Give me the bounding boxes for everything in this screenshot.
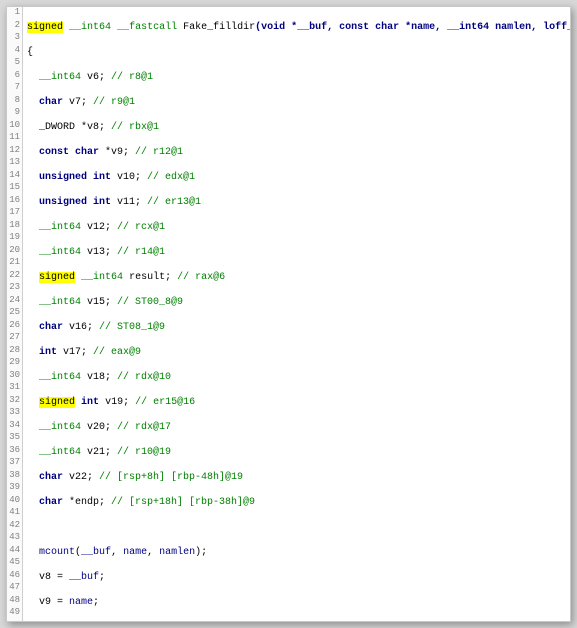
code-line: char v22; // [rsp+8h] [rbp-48h]@19 xyxy=(27,472,566,485)
highlight: signed xyxy=(39,272,75,283)
code-line: signed __int64 __fastcall Fake_filldir(v… xyxy=(27,22,566,35)
code-line: int v17; // eax@9 xyxy=(27,347,566,360)
code-line: __int64 v21; // r10@19 xyxy=(27,447,566,460)
highlight: signed xyxy=(39,397,75,408)
code-line: v8 = __buf; xyxy=(27,572,566,585)
code-line: char v16; // ST08_1@9 xyxy=(27,322,566,335)
highlight: signed xyxy=(27,22,63,33)
code-viewer: 12345 678910 1112131415 1617181920 21222… xyxy=(6,6,571,622)
code-line: unsigned int v11; // er13@1 xyxy=(27,197,566,210)
code-line: __int64 v12; // rcx@1 xyxy=(27,222,566,235)
code-line: unsigned int v10; // edx@1 xyxy=(27,172,566,185)
code-line xyxy=(27,522,566,535)
code-line: __int64 v13; // r14@1 xyxy=(27,247,566,260)
code-line: char *endp; // [rsp+18h] [rbp-38h]@9 xyxy=(27,497,566,510)
code-line: signed __int64 result; // rax@6 xyxy=(27,272,566,285)
code-line: mcount(__buf, name, namlen); xyxy=(27,547,566,560)
code-line: signed int v19; // er15@16 xyxy=(27,397,566,410)
code-line: char v7; // r9@1 xyxy=(27,97,566,110)
code-line: v9 = name; xyxy=(27,597,566,610)
code-line: __int64 v20; // rdx@17 xyxy=(27,422,566,435)
code-line: { xyxy=(27,47,566,60)
code-body[interactable]: signed __int64 __fastcall Fake_filldir(v… xyxy=(23,7,570,621)
code-line: __int64 v15; // ST00_8@9 xyxy=(27,297,566,310)
code-line: __int64 v18; // rdx@10 xyxy=(27,372,566,385)
code-line: _DWORD *v8; // rbx@1 xyxy=(27,122,566,135)
line-number-gutter: 12345 678910 1112131415 1617181920 21222… xyxy=(7,7,23,621)
code-line: const char *v9; // r12@1 xyxy=(27,147,566,160)
code-line: __int64 v6; // r8@1 xyxy=(27,72,566,85)
